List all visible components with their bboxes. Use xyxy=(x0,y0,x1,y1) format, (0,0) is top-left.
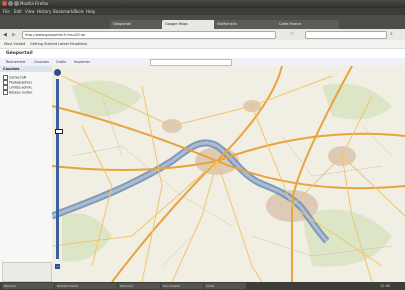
title-bar: Mozilla Firefox xyxy=(0,0,405,8)
urban-areas xyxy=(162,100,356,222)
task-item[interactable]: Mozilla Firefox xyxy=(55,283,117,289)
menu-help[interactable]: Help xyxy=(86,9,95,14)
task-item[interactable]: Carte xyxy=(204,283,246,289)
pan-control-icon[interactable] xyxy=(54,69,61,76)
map-canvas[interactable] xyxy=(52,66,405,282)
checkbox-icon[interactable] xyxy=(3,90,8,95)
site-logo[interactable]: Géoportail xyxy=(6,51,33,56)
bookmark-getting-started[interactable]: Getting Started xyxy=(30,42,57,46)
close-icon[interactable] xyxy=(2,1,7,6)
task-item[interactable]: Documents xyxy=(161,283,203,289)
zoom-slider-handle[interactable] xyxy=(54,129,63,134)
zoom-out-icon[interactable]: − xyxy=(55,264,60,269)
panel-title: Couches xyxy=(3,67,20,71)
maximize-icon[interactable] xyxy=(14,1,19,6)
toolbar-search[interactable]: Rechercher xyxy=(6,60,26,64)
task-item[interactable]: Terminal xyxy=(118,283,160,289)
toolbar-print[interactable]: Imprimer xyxy=(74,60,90,64)
menu-bar: File Edit View History Bookmarks Tools H… xyxy=(0,8,405,15)
tab-3[interactable]: ViaMichelin xyxy=(214,20,277,29)
panel-header: Couches xyxy=(0,66,52,72)
overview-minimap[interactable] xyxy=(2,262,52,282)
forward-icon[interactable]: ▶ xyxy=(12,32,16,38)
clock: 12:00 xyxy=(380,284,391,288)
minimize-icon[interactable] xyxy=(8,1,13,6)
menu-view[interactable]: View xyxy=(25,9,35,14)
toolbar-tools[interactable]: Outils xyxy=(56,60,66,64)
window-title: Mozilla Firefox xyxy=(20,1,49,6)
layer-item[interactable]: Réseau routier xyxy=(3,90,32,95)
bookmark-most-visited[interactable]: Most Visited xyxy=(4,42,25,46)
tab-2-active[interactable]: Google Maps xyxy=(162,20,215,29)
tab-strip: Géoportail Google Maps ViaMichelin Carte… xyxy=(0,15,405,29)
bookmarks-bar: Most Visited Getting Started Latest Head… xyxy=(0,40,405,49)
layers-panel: Couches Cartes IGN Photographies Limites… xyxy=(0,66,53,282)
place-search-input[interactable] xyxy=(150,59,232,66)
map-svg[interactable] xyxy=(52,66,405,282)
toolbar-layers[interactable]: Couches xyxy=(34,60,49,64)
back-icon[interactable]: ◀ xyxy=(3,32,7,38)
menu-tools[interactable]: Tools xyxy=(74,9,84,14)
menu-edit[interactable]: Edit xyxy=(14,9,22,14)
search-input[interactable] xyxy=(305,31,387,39)
search-icon[interactable]: ⌕ xyxy=(390,31,393,37)
menu-history[interactable]: History xyxy=(37,9,51,14)
menu-bookmarks[interactable]: Bookmarks xyxy=(53,9,75,14)
url-field[interactable]: http://www.geoportail.fr/visu2D.do xyxy=(22,31,276,39)
star-icon[interactable]: ☆ xyxy=(290,31,294,37)
task-item[interactable]: Terminé xyxy=(2,283,54,289)
zoom-control[interactable]: − xyxy=(54,69,63,274)
menu-file[interactable]: File xyxy=(3,9,10,14)
bookmark-latest-headlines[interactable]: Latest Headlines xyxy=(58,42,87,46)
tab-1[interactable]: Géoportail xyxy=(110,20,163,29)
taskbar: Terminé Mozilla Firefox Terminal Documen… xyxy=(0,282,405,290)
tab-4[interactable]: Carte France xyxy=(276,20,339,29)
zoom-slider-track[interactable] xyxy=(56,79,59,259)
